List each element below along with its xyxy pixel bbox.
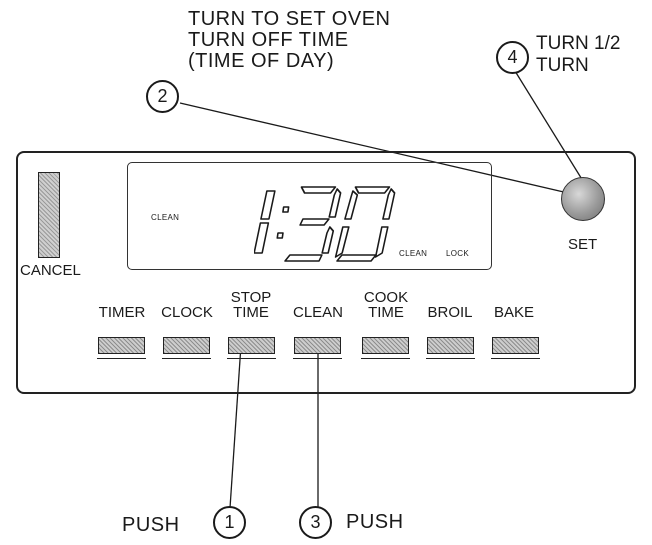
button-underline bbox=[227, 358, 276, 359]
callout-line: TURN bbox=[536, 55, 589, 76]
broil-label: BROIL bbox=[427, 304, 473, 321]
set-knob[interactable] bbox=[561, 177, 605, 221]
button-underline bbox=[361, 358, 410, 359]
set-oven-callout: TURN TO SET OVEN TURN OFF TIME (TIME OF … bbox=[188, 9, 390, 72]
step-4-marker: 4 bbox=[496, 41, 529, 74]
push-right-label: PUSH bbox=[346, 511, 404, 533]
clock-label: CLOCK bbox=[161, 304, 213, 321]
button-underline bbox=[426, 358, 475, 359]
clock-button[interactable] bbox=[163, 337, 210, 354]
callout-line: TURN OFF TIME bbox=[188, 29, 349, 51]
cook-time-label: COOK TIME bbox=[363, 289, 409, 321]
bake-button[interactable] bbox=[492, 337, 539, 354]
stop-time-button[interactable] bbox=[228, 337, 275, 354]
display-indicator-clean: CLEAN bbox=[399, 249, 428, 258]
step-1-marker: 1 bbox=[213, 506, 246, 539]
callout-line: TURN 1/2 bbox=[536, 33, 621, 54]
cancel-label: CANCEL bbox=[20, 262, 81, 279]
broil-button[interactable] bbox=[427, 337, 474, 354]
bake-label: BAKE bbox=[493, 304, 535, 321]
button-underline bbox=[491, 358, 540, 359]
callout-line: (TIME OF DAY) bbox=[188, 50, 335, 72]
timer-label: TIMER bbox=[98, 304, 146, 321]
stop-time-label: STOP TIME bbox=[230, 289, 272, 321]
cook-time-button[interactable] bbox=[362, 337, 409, 354]
display-indicator-lock: LOCK bbox=[446, 249, 469, 258]
push-left-label: PUSH bbox=[122, 514, 180, 536]
step-2-marker: 2 bbox=[146, 80, 179, 113]
display-time-digits bbox=[254, 186, 396, 262]
button-underline bbox=[97, 358, 146, 359]
step-3-marker: 3 bbox=[299, 506, 332, 539]
clean-label: CLEAN bbox=[292, 304, 344, 321]
button-underline bbox=[162, 358, 211, 359]
set-label: SET bbox=[568, 236, 598, 253]
timer-button[interactable] bbox=[98, 337, 145, 354]
display-indicator-clean-left: CLEAN bbox=[151, 213, 180, 222]
callout-line: TURN TO SET OVEN bbox=[188, 8, 391, 30]
cancel-pad[interactable] bbox=[38, 172, 60, 258]
turn-half-callout: TURN 1/2 TURN bbox=[536, 33, 620, 77]
button-underline bbox=[293, 358, 342, 359]
clean-button[interactable] bbox=[294, 337, 341, 354]
